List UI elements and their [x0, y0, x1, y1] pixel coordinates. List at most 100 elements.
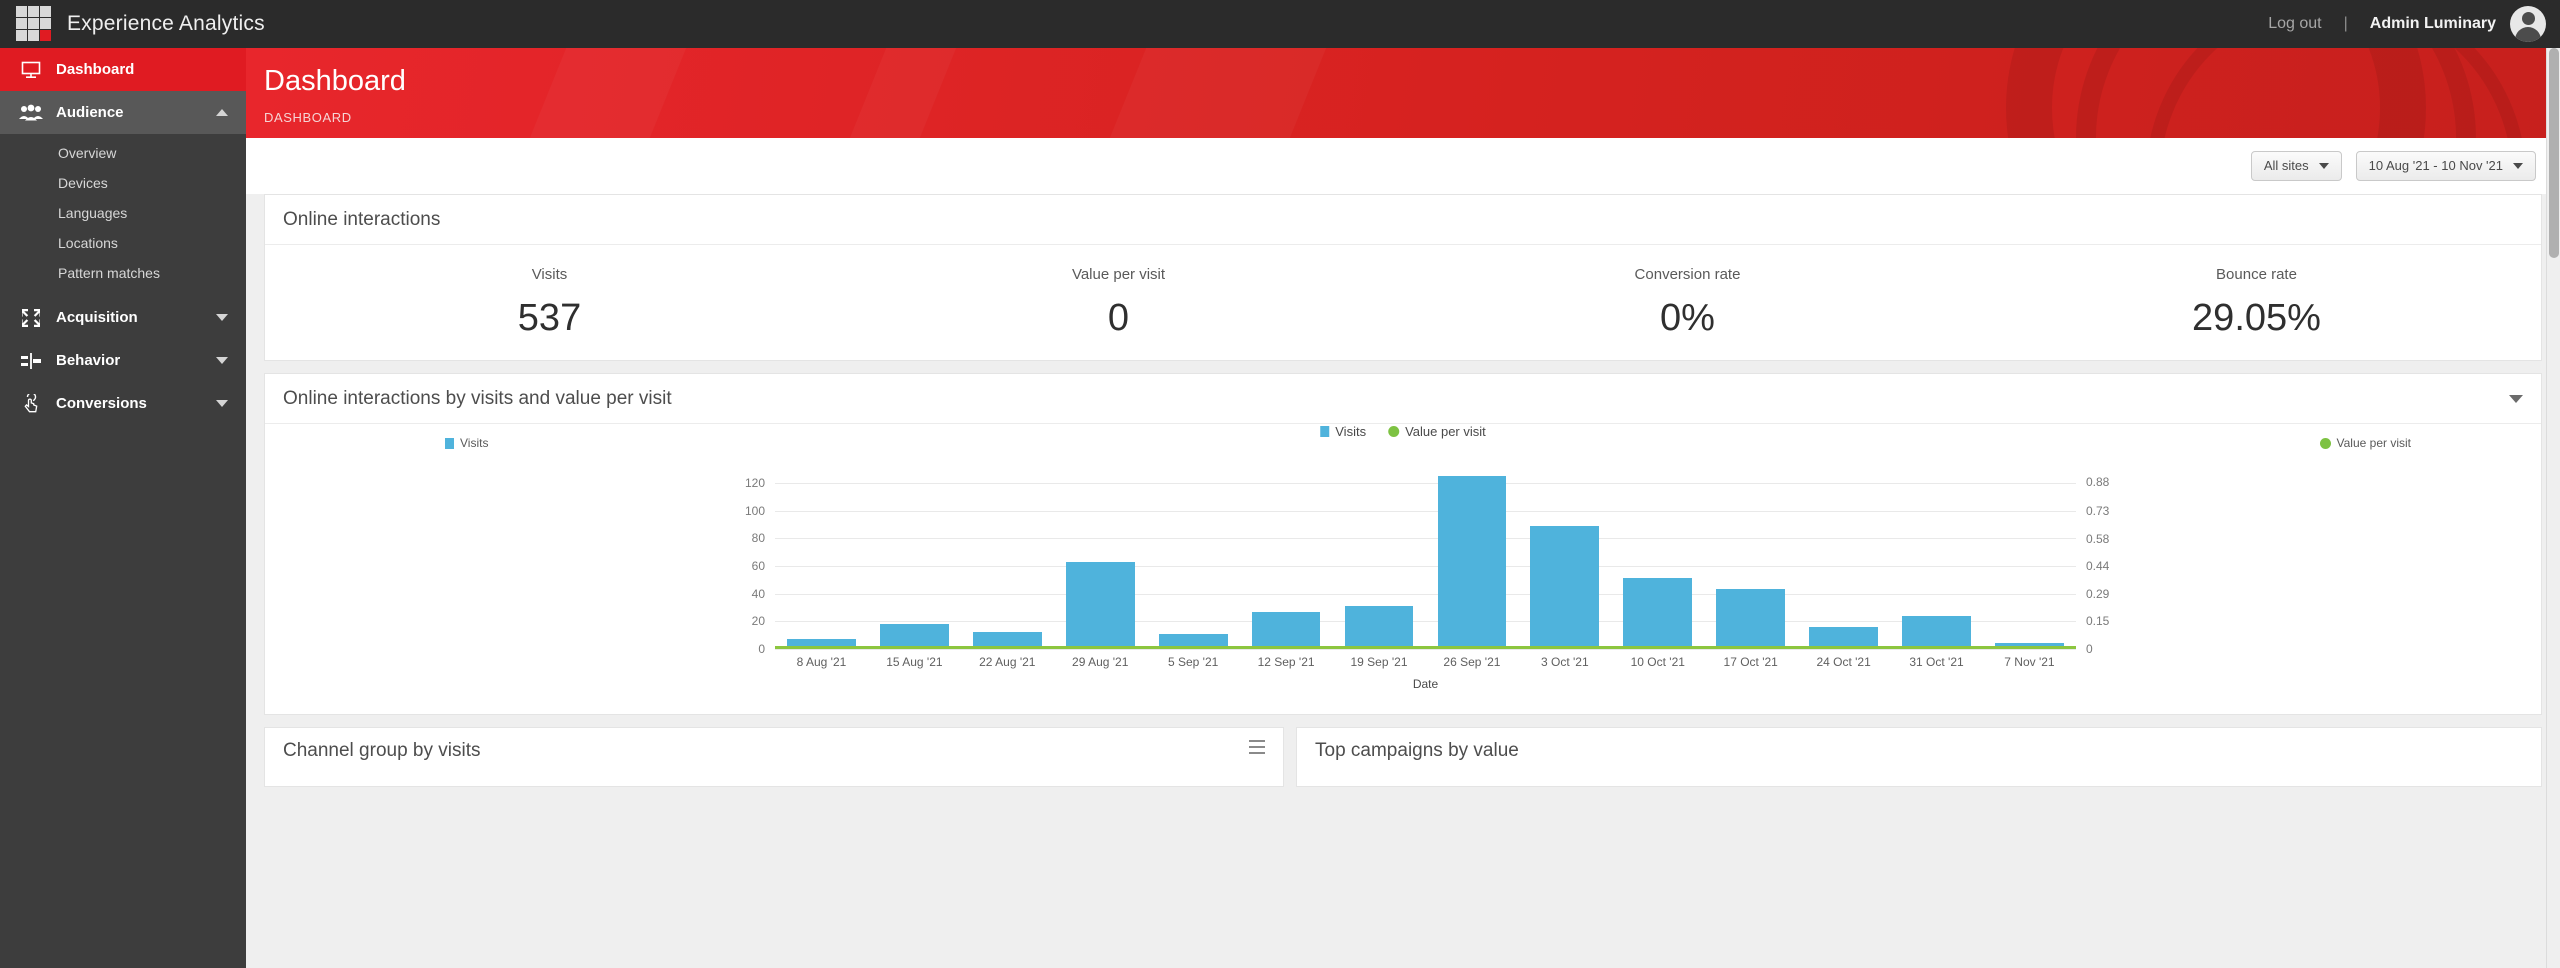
sidebar: Dashboard Audience Overview Devices Lang…: [0, 48, 246, 968]
sidebar-item-behavior[interactable]: Behavior: [0, 339, 246, 382]
hand-click-icon: [16, 392, 46, 416]
sidebar-item-acquisition[interactable]: Acquisition: [0, 296, 246, 339]
audience-subnav: Overview Devices Languages Locations Pat…: [0, 134, 246, 296]
top-bar-right: Log out | Admin Luminary: [2268, 0, 2560, 48]
sidebar-item-overview[interactable]: Overview: [0, 138, 246, 168]
filter-bar: All sites 10 Aug '21 - 10 Nov '21: [246, 138, 2560, 194]
legend-item-visits[interactable]: Visits: [1320, 424, 1366, 439]
bar-slot[interactable]: [1147, 469, 1240, 649]
x-tick-label: 17 Oct '21: [1704, 655, 1797, 669]
bar[interactable]: [1252, 612, 1321, 649]
bar-slot[interactable]: [961, 469, 1054, 649]
kpi-label: Visits: [265, 266, 834, 283]
legend-item-value-per-visit[interactable]: Value per visit: [1388, 424, 1486, 439]
logout-link[interactable]: Log out: [2268, 15, 2321, 33]
y-tick-left: 0: [758, 642, 765, 656]
sidebar-item-pattern-matches[interactable]: Pattern matches: [0, 258, 246, 288]
page-title: Dashboard: [264, 65, 406, 98]
sidebar-item-dashboard[interactable]: Dashboard: [0, 48, 246, 91]
bar[interactable]: [1902, 616, 1971, 649]
bar-slot[interactable]: [1333, 469, 1426, 649]
legend-label-value-per-visit: Value per visit: [2337, 436, 2411, 450]
channel-group-card: Channel group by visits: [264, 727, 1284, 787]
sidebar-item-conversions[interactable]: Conversions: [0, 382, 246, 425]
kpi-row: Visits 537 Value per visit 0 Conversion …: [265, 245, 2541, 360]
legend-swatch-visits: [1320, 426, 1329, 437]
kpi-value: 0%: [1403, 297, 1972, 340]
page-scrollbar[interactable]: [2546, 48, 2560, 968]
site-filter-dropdown[interactable]: All sites: [2251, 151, 2342, 181]
user-avatar-icon[interactable]: [2510, 6, 2546, 42]
bar-slot[interactable]: [1704, 469, 1797, 649]
bar-slot[interactable]: [1890, 469, 1983, 649]
sidebar-label-behavior: Behavior: [56, 352, 120, 369]
kpi-value: 537: [265, 297, 834, 340]
legend-label-value-per-visit: Value per visit: [1405, 424, 1486, 439]
bar-slot[interactable]: [1054, 469, 1147, 649]
y-tick-left: 40: [752, 587, 765, 601]
kpi-label: Value per visit: [834, 266, 1403, 283]
monitor-icon: [16, 58, 46, 82]
caret-down-icon: [2319, 163, 2329, 169]
bar-slot[interactable]: [1611, 469, 1704, 649]
date-range-label: 10 Aug '21 - 10 Nov '21: [2369, 158, 2503, 173]
chevron-down-icon[interactable]: [216, 357, 228, 364]
y-tick-left: 60: [752, 559, 765, 573]
bar-slot[interactable]: [1240, 469, 1333, 649]
sidebar-item-audience[interactable]: Audience: [0, 91, 246, 134]
banner-diagonal: [510, 48, 703, 138]
x-axis-labels: 8 Aug '2115 Aug '2122 Aug '2129 Aug '215…: [775, 655, 2076, 669]
plot-area: 020406080100120 00.150.290.440.580.730.8…: [775, 469, 2076, 649]
x-tick-label: 8 Aug '21: [775, 655, 868, 669]
bar-slot[interactable]: [1425, 469, 1518, 649]
bar[interactable]: [1345, 606, 1414, 649]
y-tick-right: 0: [2086, 642, 2093, 656]
breadcrumb: DASHBOARD: [264, 110, 352, 125]
list-menu-icon[interactable]: [1249, 740, 1265, 754]
bar[interactable]: [1716, 589, 1785, 649]
x-tick-label: 26 Sep '21: [1425, 655, 1518, 669]
bar[interactable]: [1623, 578, 1692, 649]
bottom-card-title: Top campaigns by value: [1315, 740, 1519, 762]
kpi-label: Conversion rate: [1403, 266, 1972, 283]
chevron-down-icon[interactable]: [2509, 395, 2523, 403]
bar-slot[interactable]: [868, 469, 961, 649]
sidebar-item-devices[interactable]: Devices: [0, 168, 246, 198]
card-header: Online interactions: [265, 195, 2541, 245]
x-tick-label: 29 Aug '21: [1054, 655, 1147, 669]
bar-slot[interactable]: [1983, 469, 2076, 649]
chevron-down-icon[interactable]: [216, 314, 228, 321]
user-name[interactable]: Admin Luminary: [2370, 15, 2496, 33]
legend-label-visits: Visits: [1335, 424, 1366, 439]
value-per-visit-line: [775, 646, 2076, 649]
scrollbar-thumb[interactable]: [2549, 48, 2559, 258]
chart-plot: 020406080100120 00.150.290.440.580.730.8…: [265, 469, 2541, 684]
x-tick-label: 7 Nov '21: [1983, 655, 2076, 669]
kpi-value: 29.05%: [1972, 297, 2541, 340]
bar-slot[interactable]: [1797, 469, 1890, 649]
bar[interactable]: [1530, 526, 1599, 649]
sidebar-label-conversions: Conversions: [56, 395, 147, 412]
x-tick-label: 24 Oct '21: [1797, 655, 1890, 669]
top-campaigns-card: Top campaigns by value: [1296, 727, 2542, 787]
flow-node-icon: [16, 349, 46, 373]
bottom-card-title: Channel group by visits: [283, 740, 481, 762]
sidebar-item-languages[interactable]: Languages: [0, 198, 246, 228]
y-tick-right: 0.29: [2086, 587, 2109, 601]
date-range-dropdown[interactable]: 10 Aug '21 - 10 Nov '21: [2356, 151, 2536, 181]
page-banner: Dashboard DASHBOARD: [246, 48, 2560, 138]
app-logo[interactable]: Experience Analytics: [0, 0, 246, 48]
sidebar-item-locations[interactable]: Locations: [0, 228, 246, 258]
bar[interactable]: [1066, 562, 1135, 649]
chevron-down-icon[interactable]: [216, 400, 228, 407]
arrows-in-icon: [16, 306, 46, 330]
banner-diagonal: [830, 48, 973, 138]
main-content: Dashboard DASHBOARD All sites 10 Aug '21…: [246, 48, 2560, 968]
bar-slot[interactable]: [1518, 469, 1611, 649]
bar-slot[interactable]: [775, 469, 868, 649]
kpi-conversion-rate: Conversion rate 0%: [1403, 266, 1972, 340]
bar[interactable]: [1438, 476, 1507, 649]
kpi-label: Bounce rate: [1972, 266, 2541, 283]
card-title: Online interactions: [283, 209, 440, 231]
chevron-up-icon[interactable]: [216, 109, 228, 116]
